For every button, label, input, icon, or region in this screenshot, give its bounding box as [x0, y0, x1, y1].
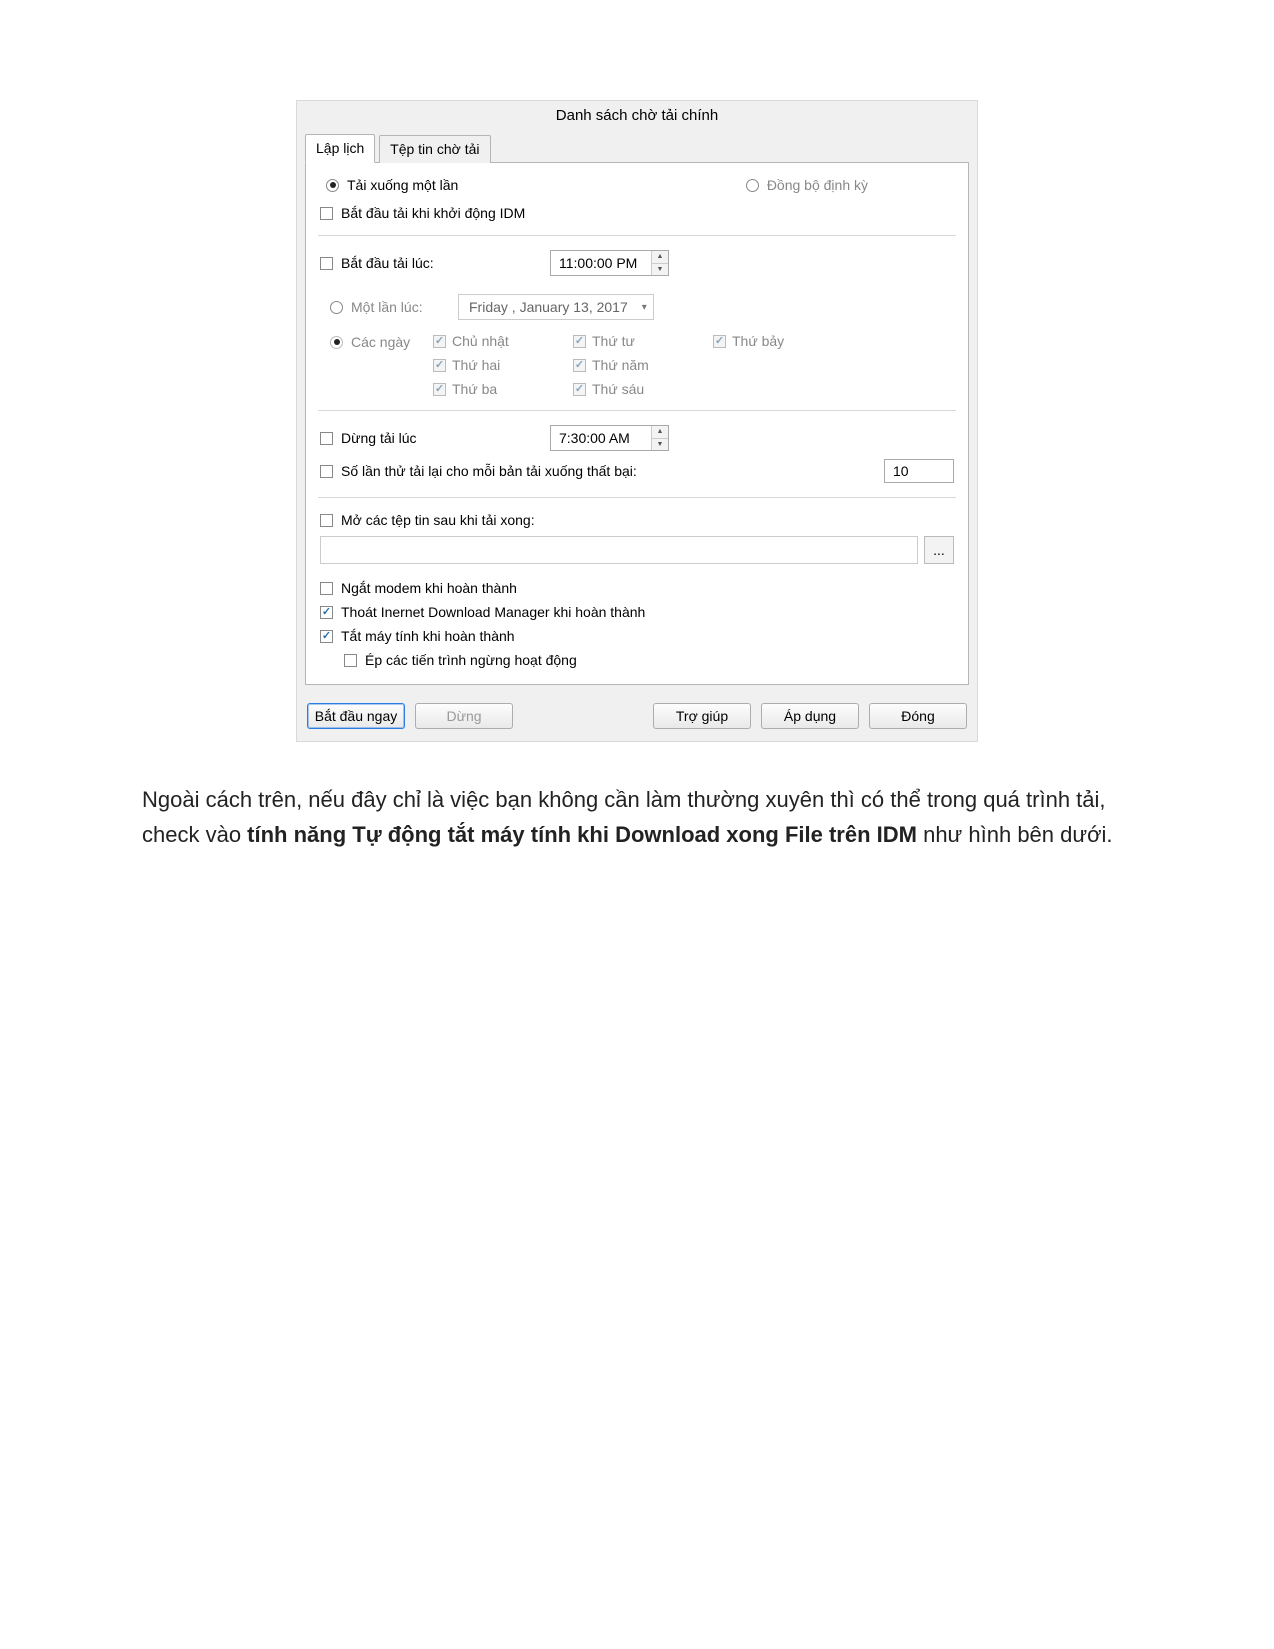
- check-start-on-idm[interactable]: [320, 207, 333, 220]
- radio-one-time[interactable]: [326, 179, 339, 192]
- check-start-at[interactable]: [320, 257, 333, 270]
- check-tue[interactable]: [433, 383, 446, 396]
- stop-time-up-icon[interactable]: ▲: [652, 426, 668, 439]
- check-shutdown[interactable]: [320, 630, 333, 643]
- tab-queue[interactable]: Tệp tin chờ tải: [379, 135, 490, 163]
- start-time-spinner[interactable]: 11:00:00 PM ▲ ▼: [550, 250, 669, 276]
- day-fri: Thứ sáu: [592, 381, 644, 397]
- open-after-path-input[interactable]: [320, 536, 918, 564]
- date-value: Friday , January 13, 2017: [469, 299, 628, 315]
- check-sun[interactable]: [433, 335, 446, 348]
- start-now-button[interactable]: Bắt đầu ngay: [307, 703, 405, 729]
- open-after-label: Mở các tệp tin sau khi tải xong:: [341, 512, 535, 528]
- caption-post: như hình bên dưới.: [917, 822, 1113, 847]
- caption-bold: tính năng Tự động tắt máy tính khi Downl…: [247, 822, 917, 847]
- hangup-label: Ngắt modem khi hoàn thành: [341, 580, 517, 596]
- close-button[interactable]: Đóng: [869, 703, 967, 729]
- day-sat: Thứ bảy: [732, 333, 784, 349]
- check-thu[interactable]: [573, 359, 586, 372]
- start-at-label: Bắt đầu tải lúc:: [341, 255, 434, 271]
- dialog-title: Danh sách chờ tải chính: [297, 101, 977, 134]
- button-bar: Bắt đầu ngay Dừng Trợ giúp Áp dụng Đóng: [297, 693, 977, 741]
- check-mon[interactable]: [433, 359, 446, 372]
- day-thu: Thứ năm: [592, 357, 649, 373]
- day-tue: Thứ ba: [452, 381, 497, 397]
- one-shot-label: Một lần lúc:: [351, 299, 423, 315]
- schedule-panel: Tải xuống một lần Đồng bộ định kỳ Bắt đầ…: [305, 162, 969, 685]
- daily-label: Các ngày: [351, 334, 410, 350]
- check-stop-at[interactable]: [320, 432, 333, 445]
- start-time-value[interactable]: 11:00:00 PM: [551, 251, 651, 275]
- stop-time-spinner[interactable]: 7:30:00 AM ▲ ▼: [550, 425, 669, 451]
- check-fri[interactable]: [573, 383, 586, 396]
- shutdown-label: Tắt máy tính khi hoàn thành: [341, 628, 515, 644]
- check-force-stop[interactable]: [344, 654, 357, 667]
- browse-button[interactable]: ...: [924, 536, 954, 564]
- check-exit-idm[interactable]: [320, 606, 333, 619]
- caption-paragraph: Ngoài cách trên, nếu đây chỉ là việc bạn…: [122, 782, 1152, 852]
- exit-idm-label: Thoát Inernet Download Manager khi hoàn …: [341, 604, 645, 620]
- date-picker[interactable]: Friday , January 13, 2017 ▾: [458, 294, 654, 320]
- retries-label: Số lần thử tải lại cho mỗi bản tải xuống…: [341, 463, 637, 479]
- stop-time-value[interactable]: 7:30:00 AM: [551, 426, 651, 450]
- scheduler-dialog: Danh sách chờ tải chính Lập lịch Tệp tin…: [296, 100, 978, 742]
- radio-periodic-label: Đồng bộ định kỳ: [767, 177, 868, 193]
- day-mon: Thứ hai: [452, 357, 500, 373]
- day-sun: Chủ nhật: [452, 333, 509, 349]
- stop-button[interactable]: Dừng: [415, 703, 513, 729]
- apply-button[interactable]: Áp dụng: [761, 703, 859, 729]
- check-sat[interactable]: [713, 335, 726, 348]
- start-on-idm-label: Bắt đầu tải khi khởi động IDM: [341, 205, 525, 221]
- day-wed: Thứ tư: [592, 333, 635, 349]
- radio-daily[interactable]: [330, 336, 343, 349]
- radio-one-shot[interactable]: [330, 301, 343, 314]
- start-time-down-icon[interactable]: ▼: [652, 264, 668, 276]
- check-wed[interactable]: [573, 335, 586, 348]
- force-stop-label: Ép các tiến trình ngừng hoạt động: [365, 652, 577, 668]
- stop-at-label: Dừng tải lúc: [341, 430, 417, 446]
- radio-one-time-label: Tải xuống một lần: [347, 177, 458, 193]
- tab-strip: Lập lịch Tệp tin chờ tải: [305, 134, 969, 163]
- radio-periodic[interactable]: [746, 179, 759, 192]
- retries-input[interactable]: 10: [884, 459, 954, 483]
- chevron-down-icon[interactable]: ▾: [632, 302, 647, 313]
- stop-time-down-icon[interactable]: ▼: [652, 439, 668, 451]
- start-time-up-icon[interactable]: ▲: [652, 251, 668, 264]
- help-button[interactable]: Trợ giúp: [653, 703, 751, 729]
- tab-schedule[interactable]: Lập lịch: [305, 134, 375, 163]
- check-open-after[interactable]: [320, 514, 333, 527]
- check-retries[interactable]: [320, 465, 333, 478]
- check-hangup[interactable]: [320, 582, 333, 595]
